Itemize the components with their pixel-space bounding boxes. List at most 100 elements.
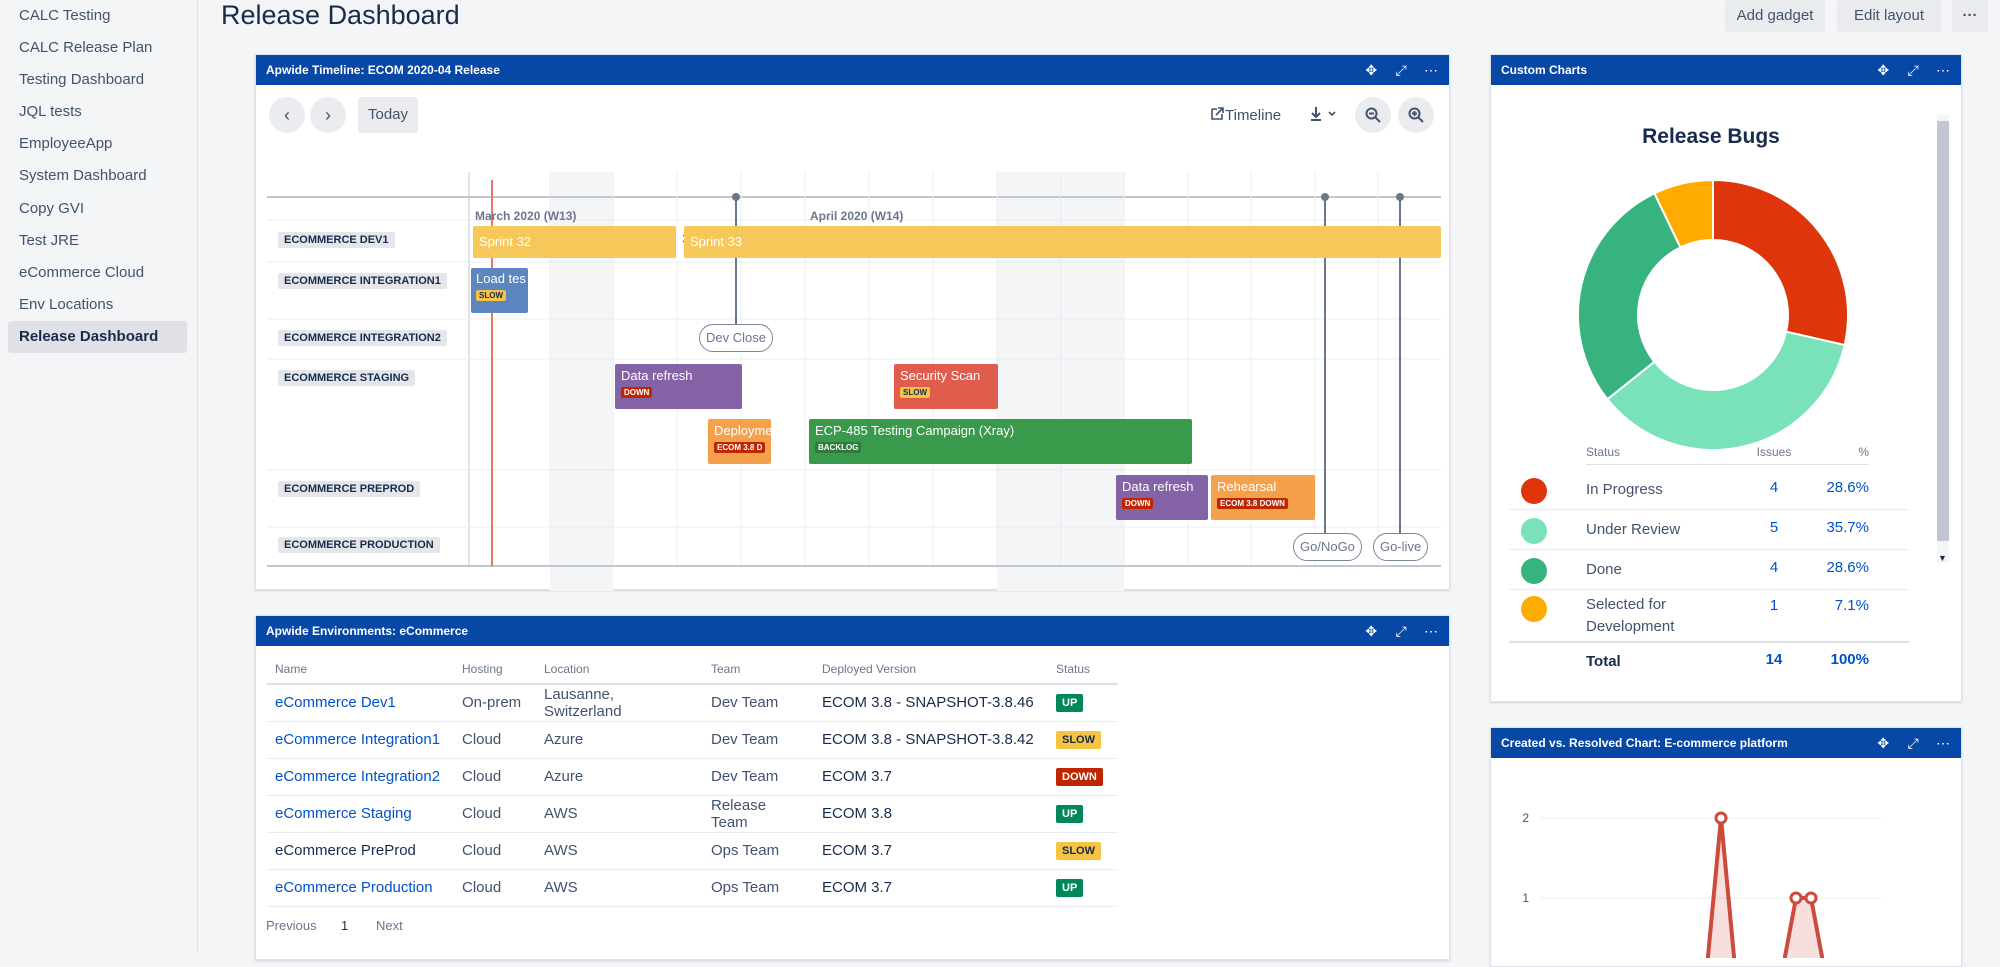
legend-issues[interactable]: 4 (1759, 479, 1789, 496)
move-icon[interactable]: ✥ (1875, 55, 1891, 85)
legend-pct: 28.6% (1826, 479, 1869, 496)
data-point[interactable] (1804, 891, 1818, 905)
environments-gadget-header: Apwide Environments: eCommerce ✥ ⤢ ⋯ (256, 616, 1449, 646)
dev-close-marker[interactable]: Dev Close (699, 324, 773, 352)
env-version-cell: ECOM 3.7 (814, 869, 1048, 907)
env-status-cell: SLOW (1048, 832, 1118, 870)
status-badge: UP (1056, 805, 1084, 823)
env-location-cell: Lausanne, Switzerland (536, 684, 703, 722)
chart-title: Release Bugs (1642, 125, 1780, 148)
sidebar-item-env-locations[interactable]: Env Locations (8, 289, 187, 321)
sidebar-item-copy-gvi[interactable]: Copy GVI (8, 193, 187, 225)
sidebar-item-test-jre[interactable]: Test JRE (8, 225, 187, 257)
deployment-bar[interactable]: Deployme ECOM 3.8 D (708, 419, 771, 464)
more-actions-button[interactable]: ··· (1952, 0, 1988, 32)
sidebar-item-employeeapp[interactable]: EmployeeApp (8, 128, 187, 160)
load-test-badge: SLOW (476, 290, 506, 301)
env-team-cell: Ops Team (703, 832, 814, 870)
deployment-badge: ECOM 3.8 D (714, 442, 766, 453)
donut-slice-done[interactable] (1578, 192, 1682, 401)
table-row: eCommerce Dev1 On-prem Lausanne, Switzerla… (267, 684, 1118, 722)
move-icon[interactable]: ✥ (1363, 616, 1379, 646)
go-nogo-marker[interactable]: Go/NoGo (1293, 533, 1362, 561)
legend-row-done: Done 4 28.6% (1509, 549, 1909, 589)
donut-slice-in-progress[interactable] (1712, 180, 1848, 347)
env-team-cell: Dev Team (703, 721, 814, 759)
month-label-march: March 2020 (W13) (475, 209, 577, 223)
sidebar-item-system-dashboard[interactable]: System Dashboard (8, 160, 187, 192)
month-label-april: April 2020 (W14) (810, 209, 904, 223)
expand-icon[interactable]: ⤢ (1905, 55, 1921, 85)
column-header-status[interactable]: Status (1048, 654, 1118, 685)
status-color-dot (1521, 596, 1547, 622)
sidebar-item-ecommerce-cloud[interactable]: eCommerce Cloud (8, 257, 187, 289)
more-icon[interactable]: ⋯ (1935, 728, 1951, 758)
security-scan-bar[interactable]: Security Scan SLOW (894, 364, 998, 409)
status-badge: SLOW (1056, 731, 1101, 749)
env-name-cell[interactable]: eCommerce Dev1 (267, 684, 454, 722)
sidebar-item-calc-testing[interactable]: CALC Testing (8, 0, 187, 32)
release-bugs-donut-chart (1578, 180, 1848, 450)
pagination-page[interactable]: 1 (341, 918, 348, 933)
series-line (1705, 817, 1825, 958)
row-label-integration1: ECOMMERCE INTEGRATION1 (278, 273, 447, 289)
column-header-name[interactable]: Name (267, 654, 454, 685)
expand-icon[interactable]: ⤢ (1393, 616, 1409, 646)
legend-pct: 28.6% (1826, 559, 1869, 576)
env-name-cell[interactable]: eCommerce Staging (267, 795, 454, 833)
legend-issues[interactable]: 5 (1759, 519, 1789, 536)
load-test-bar[interactable]: Load tes SLOW (471, 268, 528, 313)
table-row: eCommerce Staging Cloud AWS Release Team ECO… (267, 795, 1118, 833)
scrollbar-thumb[interactable] (1937, 121, 1949, 541)
column-header-team[interactable]: Team (703, 654, 814, 685)
expand-icon[interactable]: ⤢ (1905, 728, 1921, 758)
status-color-dot (1521, 518, 1547, 544)
env-version-cell: ECOM 3.8 (814, 795, 1048, 833)
legend-row-total: Total 14 100% (1509, 641, 1909, 677)
legend-issues[interactable]: 4 (1759, 559, 1789, 576)
ecp-485-bar[interactable]: ECP-485 Testing Campaign (Xray) BACKLOG (809, 419, 1192, 464)
env-name-cell: eCommerce PreProd (267, 832, 454, 870)
env-hosting-cell: Cloud (454, 832, 536, 870)
table-header-row: Name Hosting Location Team Deployed Vers… (267, 654, 1118, 685)
pagination-next[interactable]: Next (376, 918, 403, 933)
pagination-previous[interactable]: Previous (266, 918, 317, 933)
sprint-32-bar[interactable]: Sprint 32 (473, 226, 676, 258)
edit-layout-button[interactable]: Edit layout (1837, 0, 1941, 32)
legend-issues[interactable]: 1 (1759, 597, 1789, 614)
custom-charts-gadget-header: Custom Charts ✥ ⤢ ⋯ (1491, 55, 1961, 85)
sidebar-item-calc-release-plan[interactable]: CALC Release Plan (8, 32, 187, 64)
column-header-location[interactable]: Location (536, 654, 703, 685)
custom-charts-scrollbar[interactable]: ▼ (1937, 115, 1949, 563)
legend-row-selected-for-development: Selected for Development 1 7.1% (1509, 589, 1909, 641)
add-gadget-button[interactable]: Add gadget (1725, 0, 1825, 32)
more-icon[interactable]: ⋯ (1935, 55, 1951, 85)
env-version-cell: ECOM 3.7 (814, 758, 1048, 796)
sidebar-item-jql-tests[interactable]: JQL tests (8, 96, 187, 128)
env-location-cell: AWS (536, 869, 703, 907)
more-icon[interactable]: ⋯ (1423, 616, 1439, 646)
created-resolved-gadget: Created vs. Resolved Chart: E-commerce p… (1490, 727, 1962, 967)
env-name-cell[interactable]: eCommerce Integration1 (267, 721, 454, 759)
column-header-hosting[interactable]: Hosting (454, 654, 536, 685)
env-team-cell: Release Team (703, 795, 814, 833)
sidebar-item-release-dashboard[interactable]: Release Dashboard (8, 321, 187, 353)
data-refresh-preprod-bar[interactable]: Data refresh DOWN (1116, 475, 1208, 520)
go-live-marker[interactable]: Go-live (1373, 533, 1429, 561)
rehearsal-bar[interactable]: Rehearsal ECOM 3.8 DOWN (1211, 475, 1315, 520)
env-name-cell[interactable]: eCommerce Integration2 (267, 758, 454, 796)
data-point[interactable] (1789, 891, 1803, 905)
custom-charts-gadget: Custom Charts ✥ ⤢ ⋯ Release Bugs Status … (1490, 54, 1962, 702)
sprint-33-bar[interactable]: Sprint 33 (684, 226, 1441, 258)
data-refresh-staging-bar[interactable]: Data refresh DOWN (615, 364, 742, 409)
env-team-cell: Ops Team (703, 869, 814, 907)
data-point[interactable] (1714, 811, 1728, 825)
sidebar-item-testing-dashboard[interactable]: Testing Dashboard (8, 64, 187, 96)
env-hosting-cell: Cloud (454, 869, 536, 907)
scroll-down-arrow-icon[interactable]: ▼ (1938, 553, 1947, 563)
env-name-cell[interactable]: eCommerce Production (267, 869, 454, 907)
move-icon[interactable]: ✥ (1875, 728, 1891, 758)
column-header-deployed-version[interactable]: Deployed Version (814, 654, 1048, 685)
timeline-gadget: Apwide Timeline: ECOM 2020-04 Release ✥ … (255, 54, 1450, 591)
row-label-staging: ECOMMERCE STAGING (278, 370, 416, 386)
